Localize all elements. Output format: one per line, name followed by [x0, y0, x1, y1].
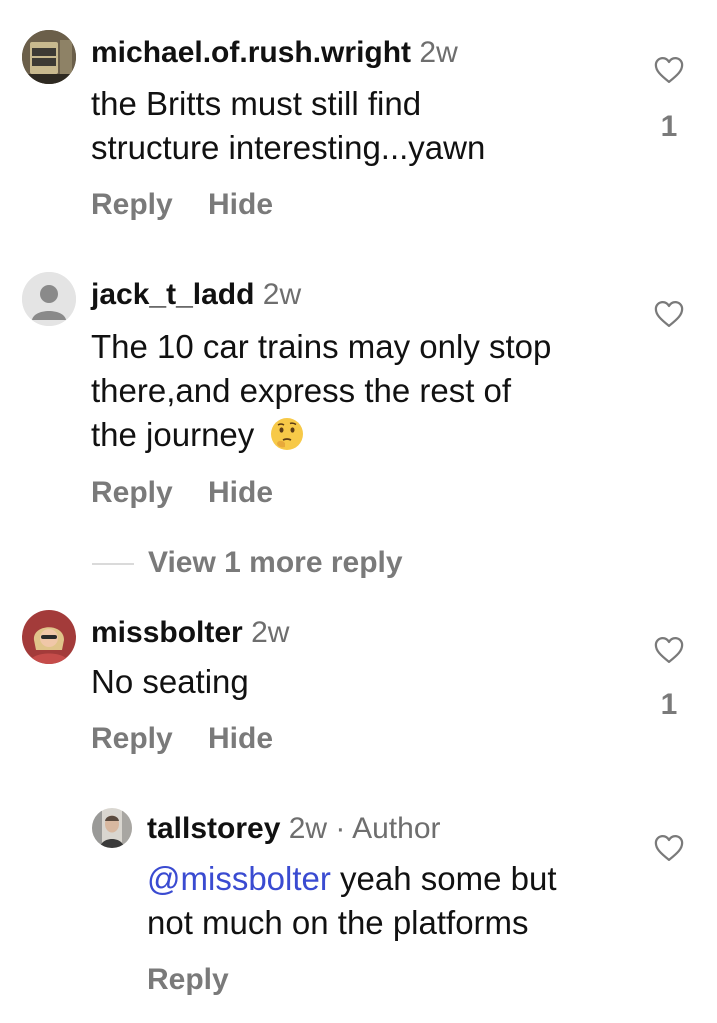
author-badge: Author: [352, 812, 441, 845]
heart-icon[interactable]: [654, 834, 684, 862]
comment-text: the Britts must still find structure int…: [91, 85, 486, 166]
comment-item: jack_t_ladd 2w The 10 car trains may onl…: [0, 250, 717, 590]
reply-button[interactable]: Reply: [147, 965, 229, 995]
reply-text: @missbolter yeah some but not much on th…: [147, 860, 557, 941]
like-count: 1: [660, 688, 678, 721]
comment-item: michael.of.rush.wright 2w the Britts mus…: [0, 0, 717, 250]
avatar-photo-icon: [92, 808, 132, 848]
heart-icon[interactable]: [654, 636, 684, 664]
comment-text: The 10 car trains may only stop there,an…: [91, 328, 552, 453]
comment-time: 2w: [262, 278, 302, 311]
comment-time: 2w: [419, 36, 458, 69]
avatar[interactable]: [22, 30, 76, 84]
reply-separator: ·: [327, 812, 353, 845]
heart-icon[interactable]: [654, 300, 684, 328]
comment-username[interactable]: michael.of.rush.wright 2w: [91, 38, 458, 68]
reply-username[interactable]: tallstorey 2w · Author: [147, 814, 441, 844]
reply-item: tallstorey 2w · Author @missbolter yeah …: [0, 790, 717, 1023]
avatar[interactable]: [22, 610, 76, 664]
mention-link[interactable]: @missbolter: [147, 860, 331, 897]
reply-button[interactable]: Reply: [91, 190, 173, 220]
hide-button[interactable]: Hide: [208, 724, 273, 754]
heart-icon[interactable]: [654, 56, 684, 84]
avatar[interactable]: [22, 272, 76, 326]
view-more-divider: [92, 563, 134, 565]
comment-item: missbolter 2w No seating Reply Hide 1: [0, 590, 717, 790]
comment-username[interactable]: jack_t_ladd 2w: [91, 280, 301, 310]
default-person-icon: [22, 272, 76, 326]
hide-button[interactable]: Hide: [208, 478, 273, 508]
view-more-replies-button[interactable]: View 1 more reply: [148, 548, 403, 578]
reply-time: 2w: [288, 812, 328, 845]
hide-button[interactable]: Hide: [208, 190, 273, 220]
comment-time: 2w: [251, 616, 290, 649]
avatar-photo-icon: [22, 610, 76, 664]
avatar-photo-icon: [22, 30, 76, 84]
reply-button[interactable]: Reply: [91, 478, 173, 508]
reply-button[interactable]: Reply: [91, 724, 173, 754]
like-count: 1: [660, 110, 678, 143]
thinking-face-emoji-icon: [271, 418, 304, 450]
comment-username[interactable]: missbolter 2w: [91, 618, 289, 648]
avatar[interactable]: [92, 808, 132, 848]
comment-text: No seating: [91, 663, 249, 700]
